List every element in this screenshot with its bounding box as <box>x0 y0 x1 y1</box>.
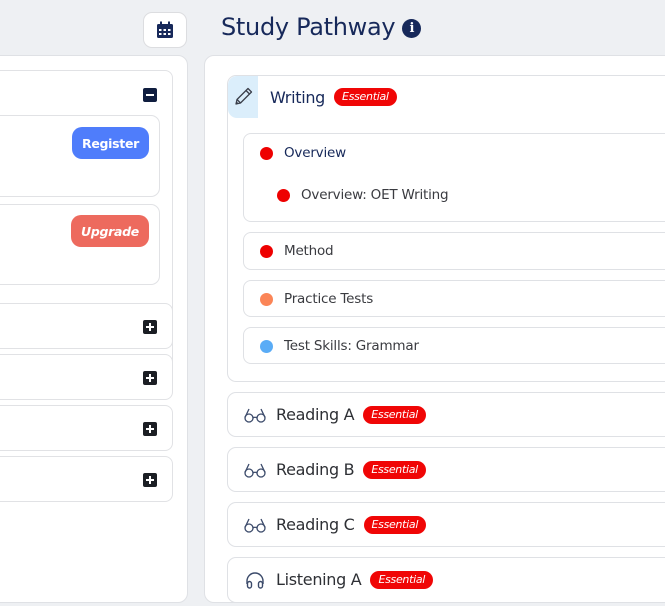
section-title: Writing <box>270 87 326 107</box>
section-header[interactable]: Reading C Essential <box>228 503 427 546</box>
essential-badge: Essential <box>363 460 426 479</box>
section-title: Reading A <box>276 405 355 424</box>
collapsed-group[interactable] <box>0 303 173 349</box>
item-method[interactable]: Method <box>243 232 665 270</box>
section-header[interactable]: Reading A Essential <box>228 393 426 436</box>
glasses-icon <box>238 504 272 546</box>
item-overview[interactable]: Overview Overview: OET Writing <box>243 133 665 222</box>
item-row[interactable]: Method <box>260 243 334 259</box>
section-header[interactable]: Listening A Essential <box>228 558 434 601</box>
status-dot <box>260 292 273 306</box>
collapsed-group[interactable] <box>0 456 173 502</box>
status-dot <box>260 339 273 353</box>
essential-badge: Essential <box>363 515 427 534</box>
expand-toggle-icon[interactable] <box>143 422 157 436</box>
item-row[interactable]: Overview <box>260 145 346 161</box>
item-label: Method <box>284 243 334 259</box>
calendar-button[interactable] <box>143 12 187 48</box>
glasses-icon <box>238 449 272 491</box>
essential-badge: Essential <box>370 570 434 589</box>
section-header[interactable]: Reading B Essential <box>228 448 426 491</box>
section-header[interactable]: Writing Essential <box>228 76 397 118</box>
plan-card-upgrade: Upgrade <box>0 204 160 285</box>
section-reading-b[interactable]: Reading B Essential <box>227 447 665 492</box>
section-reading-c[interactable]: Reading C Essential <box>227 502 665 547</box>
status-dot <box>260 244 273 258</box>
upgrade-button[interactable]: Upgrade <box>71 215 149 247</box>
page-title-text: Study Pathway <box>221 13 396 41</box>
item-test-skills-grammar[interactable]: Test Skills: Grammar <box>243 327 665 364</box>
headphones-icon <box>238 559 272 601</box>
item-label: Overview <box>284 145 346 161</box>
page-title: Study Pathway i <box>221 13 422 41</box>
register-button[interactable]: Register <box>72 127 149 159</box>
section-writing: Writing Essential Overview Overview: OET… <box>227 75 665 382</box>
plan-card-register: Register <box>0 115 160 197</box>
status-dot <box>277 188 290 202</box>
item-row[interactable]: Test Skills: Grammar <box>260 338 419 354</box>
study-pathway-panel: Writing Essential Overview Overview: OET… <box>204 55 665 603</box>
section-reading-a[interactable]: Reading A Essential <box>227 392 665 437</box>
expand-toggle-icon[interactable] <box>143 473 157 487</box>
collapsed-group[interactable] <box>0 405 173 451</box>
item-practice-tests[interactable]: Practice Tests <box>243 280 665 317</box>
essential-badge: Essential <box>363 405 426 424</box>
essential-badge: Essential <box>334 88 397 106</box>
expand-toggle-icon[interactable] <box>143 371 157 385</box>
section-title: Listening A <box>276 570 362 589</box>
collapse-toggle-icon[interactable] <box>143 88 157 102</box>
item-row[interactable]: Practice Tests <box>260 291 373 307</box>
child-item-row[interactable]: Overview: OET Writing <box>277 187 449 203</box>
info-icon[interactable]: i <box>402 18 422 38</box>
section-title: Reading C <box>276 515 355 534</box>
glasses-icon <box>238 394 272 436</box>
section-title: Reading B <box>276 460 355 479</box>
pencil-icon <box>228 76 258 118</box>
item-label: Practice Tests <box>284 291 374 307</box>
left-panel: Register Upgrade <box>0 55 188 603</box>
expand-toggle-icon[interactable] <box>143 320 157 334</box>
item-label: Overview: OET Writing <box>301 187 449 203</box>
status-dot <box>260 146 273 160</box>
collapsed-group[interactable] <box>0 354 173 400</box>
section-listening-a[interactable]: Listening A Essential <box>227 557 665 603</box>
item-label: Test Skills: Grammar <box>284 338 419 354</box>
calendar-icon <box>157 21 173 38</box>
